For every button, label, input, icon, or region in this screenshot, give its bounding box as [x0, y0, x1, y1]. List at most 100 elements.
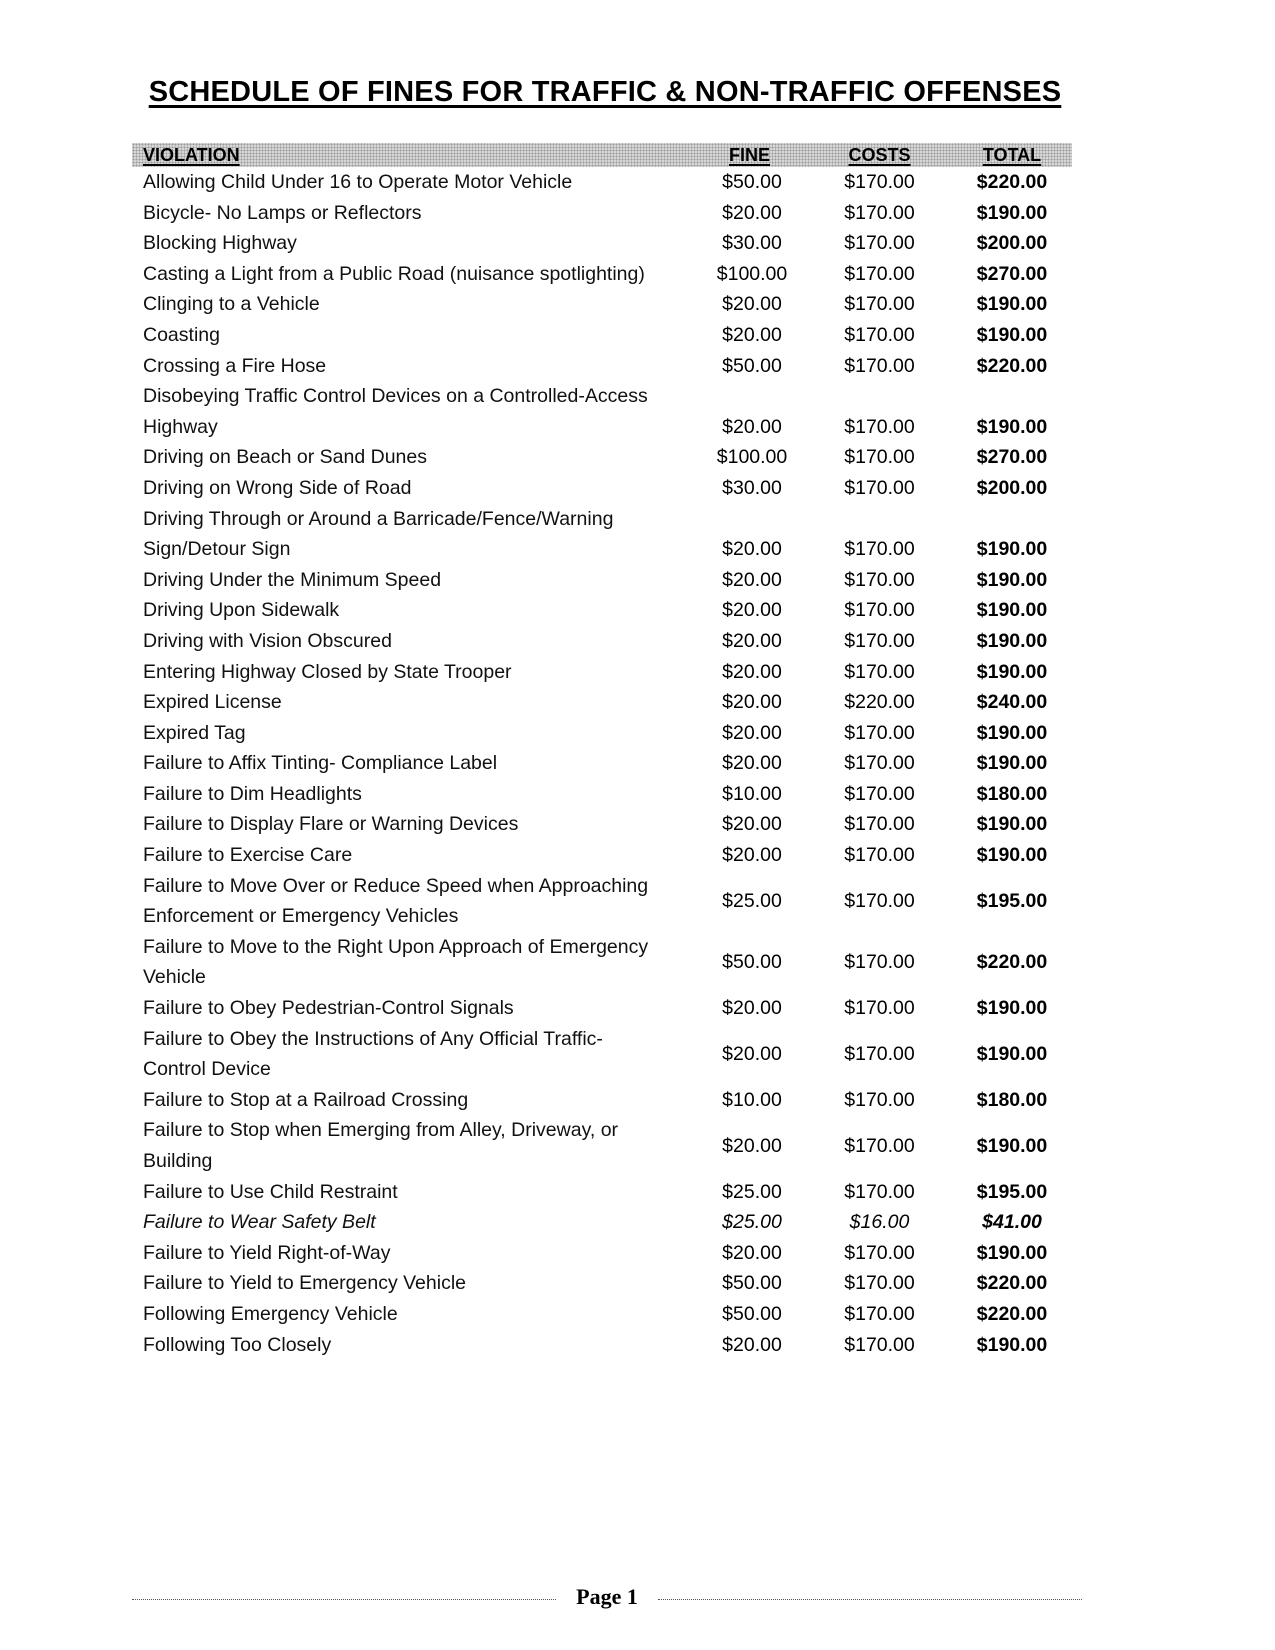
table-row: Entering Highway Closed by State Trooper… — [132, 657, 1072, 688]
costs-cell: $170.00 — [844, 171, 915, 193]
costs-cell: $170.00 — [844, 1134, 915, 1157]
violation-cell: Failure to Dim Headlights — [143, 782, 362, 805]
costs-cell: $170.00 — [844, 201, 915, 224]
table-row: Failure to Move to the Right Upon Approa… — [132, 932, 1072, 993]
table-row: Expired License $20.00 $220.00 $240.00 — [132, 687, 1072, 718]
fine-cell: $50.00 — [722, 1302, 782, 1325]
violation-cell: Clinging to a Vehicle — [143, 293, 320, 316]
costs-cell: $170.00 — [844, 599, 915, 622]
violation-cell: Expired License — [143, 691, 282, 714]
costs-cell: $170.00 — [844, 1241, 915, 1264]
costs-cell: $170.00 — [844, 813, 915, 836]
fine-cell: $20.00 — [722, 721, 782, 744]
column-header-violation: VIOLATION — [143, 145, 240, 165]
fine-cell: $10.00 — [722, 782, 782, 805]
costs-cell: $170.00 — [844, 1272, 915, 1295]
total-cell: $190.00 — [976, 629, 1048, 652]
fine-cell: $20.00 — [722, 844, 782, 867]
costs-cell: $170.00 — [844, 782, 915, 805]
fine-cell: $30.00 — [722, 476, 782, 499]
violation-cell: Driving on Wrong Side of Road — [143, 476, 412, 499]
table-row: Driving with Vision Obscured $20.00 $170.0… — [132, 626, 1072, 657]
total-cell: $220.00 — [976, 951, 1048, 974]
table-row: Failure to Yield to Emergency Vehicle $50… — [132, 1268, 1072, 1299]
violation-cell: Driving Under the Minimum Speed — [143, 568, 442, 591]
table-row: Coasting $20.00 $170.00 $190.00 — [132, 320, 1072, 351]
table-row: Failure to Exercise Care $20.00 $170.00 $19… — [132, 840, 1072, 871]
column-header-costs: COSTS — [848, 145, 911, 165]
total-cell: $190.00 — [976, 538, 1048, 561]
costs-cell: $170.00 — [844, 538, 915, 561]
costs-cell: $170.00 — [844, 415, 915, 438]
table-row: Blocking Highway $30.00 $170.00 $200.00 — [132, 228, 1072, 259]
fine-cell: $20.00 — [722, 415, 782, 438]
fine-cell: $20.00 — [722, 1042, 782, 1065]
table-row: Failure to Obey Pedestrian-Control Signa… — [132, 993, 1072, 1024]
fine-cell: $20.00 — [722, 538, 782, 561]
total-cell: $190.00 — [976, 813, 1048, 836]
table-row: Driving on Beach or Sand Dunes $100.00 $17… — [132, 442, 1072, 473]
table-row: Following Too Closely $20.00 $170.00 $190.0… — [132, 1330, 1072, 1361]
costs-cell: $170.00 — [844, 446, 915, 469]
fine-cell: $25.00 — [722, 1180, 782, 1203]
violation-cell: Failure to Yield Right-of-Way — [143, 1241, 391, 1264]
violation-cell: Failure to Stop at a Railroad Crossing — [143, 1088, 469, 1111]
costs-cell: $170.00 — [844, 262, 915, 285]
violation-cell: Failure to Display Flare or Warning Devi… — [143, 813, 519, 836]
table-row: Driving Through or Around a Barricade/Fe… — [132, 504, 1072, 565]
costs-cell: $170.00 — [844, 568, 915, 591]
fine-cell: $30.00 — [722, 232, 782, 255]
violation-cell: Expired Tag — [143, 721, 246, 744]
total-cell: $190.00 — [976, 721, 1048, 744]
violation-cell: Blocking Highway — [143, 232, 297, 255]
violation-cell: Failure to Obey Pedestrian-Control Signa… — [143, 997, 514, 1020]
total-cell: $270.00 — [976, 446, 1048, 469]
costs-cell: $170.00 — [844, 660, 915, 683]
document-title: SCHEDULE OF FINES FOR TRAFFIC & NON-TRAF… — [148, 76, 1062, 108]
violation-cell: Driving Through or Around a Barricade/Fe… — [143, 507, 614, 561]
fine-cell: $20.00 — [722, 1241, 782, 1264]
violation-cell: Failure to Obey the Instructions of Any … — [143, 1027, 603, 1081]
violation-cell: Failure to Use Child Restraint — [143, 1180, 398, 1203]
violation-cell: Following Too Closely — [143, 1333, 332, 1356]
total-cell: $190.00 — [976, 293, 1048, 316]
violation-cell: Failure to Stop when Emerging from Alley… — [143, 1119, 619, 1172]
page-footer: Page 1 — [132, 1583, 1083, 1611]
fine-cell: $25.00 — [722, 889, 782, 912]
table-body: Allowing Child Under 16 to Operate Motor… — [132, 167, 1072, 1360]
total-cell: $41.00 — [982, 1211, 1042, 1234]
violation-cell: Failure to Yield to Emergency Vehicle — [143, 1272, 467, 1295]
costs-cell: $170.00 — [844, 232, 915, 255]
table-row: Failure to Stop when Emerging from Alley… — [132, 1115, 1072, 1176]
fine-cell: $20.00 — [722, 1333, 782, 1356]
costs-cell: $170.00 — [844, 889, 915, 912]
costs-cell: $220.00 — [844, 691, 915, 714]
total-cell: $190.00 — [976, 568, 1048, 591]
violation-cell: Crossing a Fire Hose — [143, 354, 327, 377]
costs-cell: $170.00 — [844, 629, 915, 652]
violation-cell: Failure to Move to the Right Upon Approa… — [143, 935, 649, 989]
table-row: Clinging to a Vehicle $20.00 $170.00 $190.0… — [132, 289, 1072, 320]
table-row: Driving Upon Sidewalk $20.00 $170.00 $190.0… — [132, 595, 1072, 626]
fine-cell: $100.00 — [716, 446, 788, 469]
violation-cell: Failure to Wear Safety Belt — [143, 1211, 376, 1234]
fines-table: VIOLATION FINE COSTS TOTAL Allowing Chil… — [132, 143, 1072, 1360]
total-cell: $190.00 — [976, 660, 1048, 683]
costs-cell: $170.00 — [844, 476, 915, 499]
fine-cell: $20.00 — [722, 752, 782, 775]
total-cell: $195.00 — [976, 1180, 1048, 1203]
violation-cell: Following Emergency Vehicle — [143, 1302, 398, 1325]
column-header-fine: FINE — [728, 145, 770, 165]
costs-cell: $170.00 — [844, 1088, 915, 1111]
table-row: Failure to Use Child Restraint $25.00 $170… — [132, 1177, 1072, 1208]
total-cell: $220.00 — [976, 171, 1048, 193]
fine-cell: $20.00 — [722, 201, 782, 224]
fine-cell: $20.00 — [722, 660, 782, 683]
fine-cell: $20.00 — [722, 997, 782, 1020]
fine-cell: $20.00 — [722, 323, 782, 346]
page-number: Page 1 — [576, 1584, 638, 1609]
total-cell: $220.00 — [976, 1302, 1048, 1325]
fine-cell: $20.00 — [722, 568, 782, 591]
violation-cell: Driving Upon Sidewalk — [143, 599, 340, 622]
total-cell: $220.00 — [976, 354, 1048, 377]
